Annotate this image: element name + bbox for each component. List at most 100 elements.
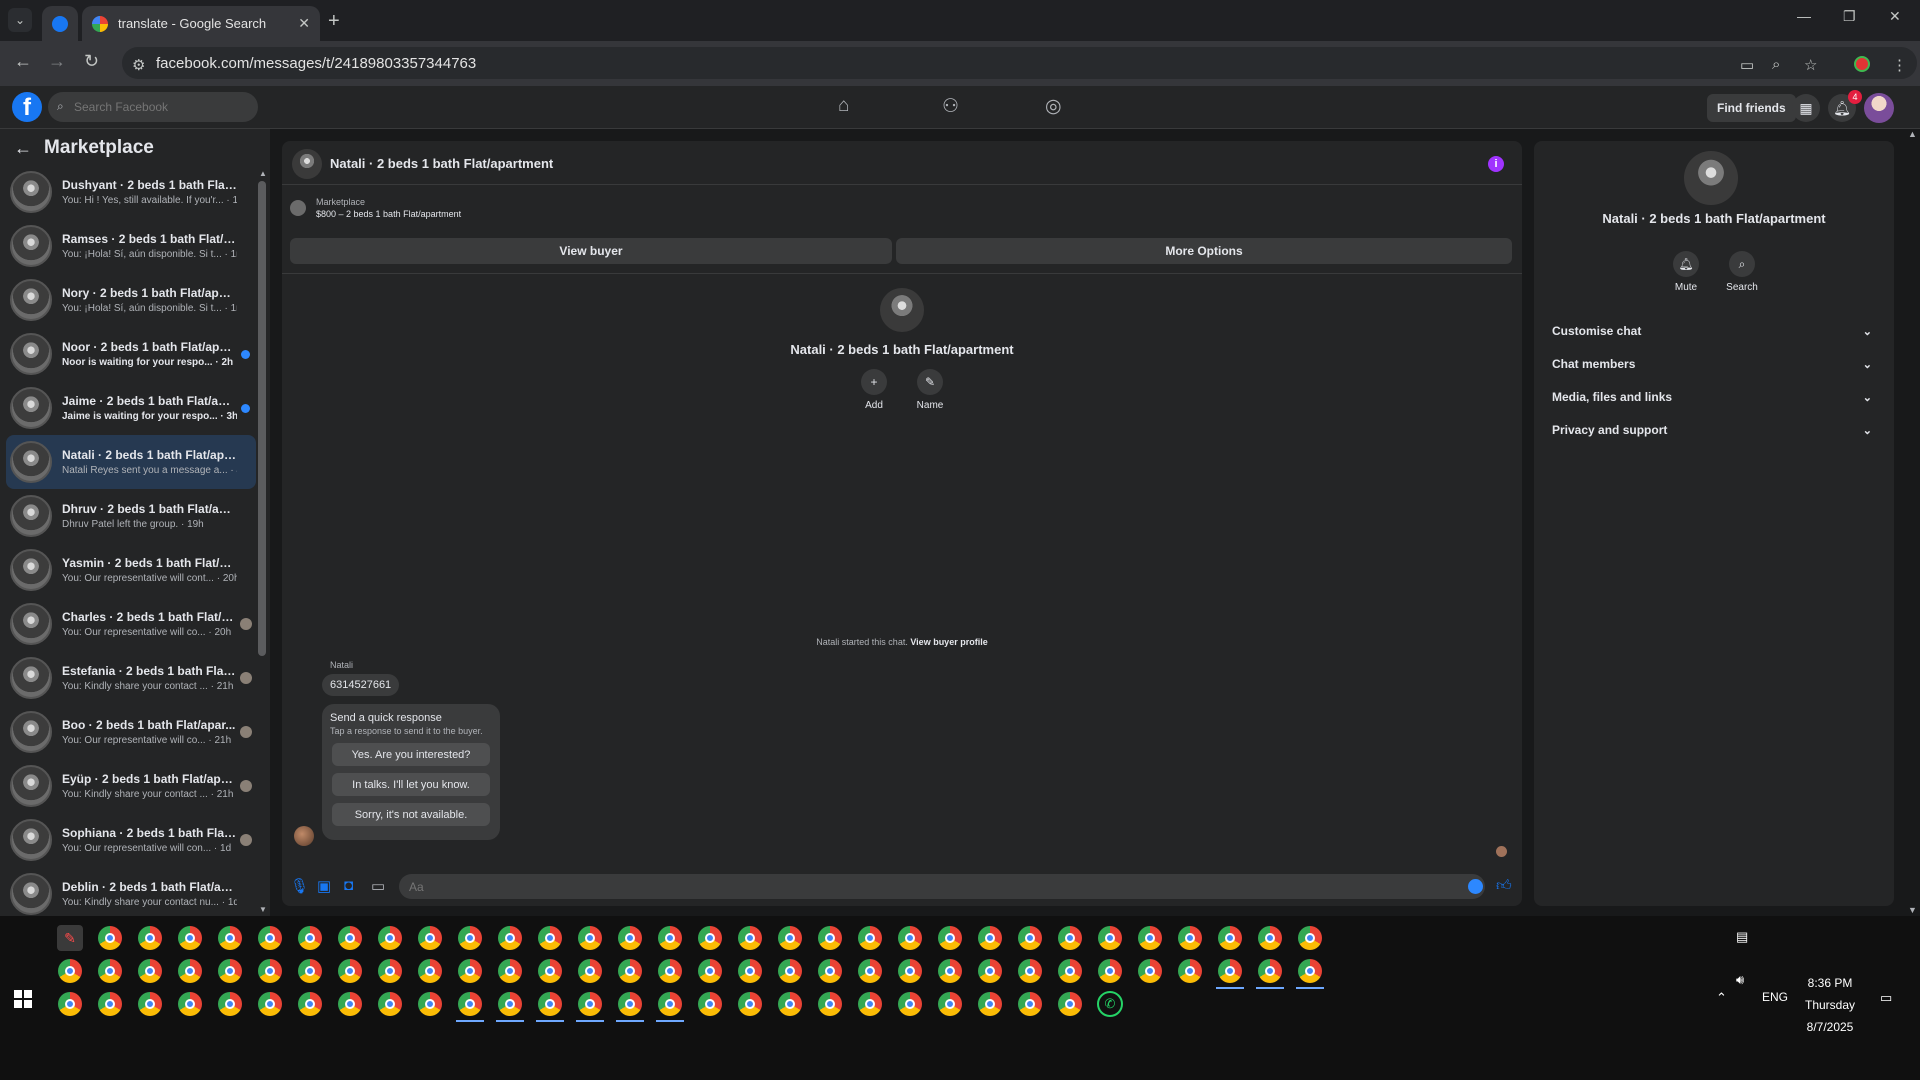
page-scrollbar[interactable]: ▲ ▼ [1904,129,1920,916]
reload-button[interactable]: ↻ [84,51,99,72]
chrome-window-icon[interactable] [530,986,570,1022]
window-close-button[interactable]: ✕ [1889,8,1901,25]
chrome-window-icon[interactable] [450,920,490,956]
restore-button[interactable]: ❐ [1843,8,1856,25]
tab-facebook[interactable] [42,6,78,41]
chrome-window-icon[interactable] [1010,986,1050,1022]
mute-button[interactable]: 🔔︎ Mute [1669,251,1703,293]
chrome-window-icon[interactable] [530,953,570,989]
chrome-window-icon[interactable] [930,920,970,956]
action-center-icon[interactable]: ▭ [1880,990,1892,1006]
conversation-item[interactable]: Dushyant · 2 beds 1 bath Flat/a... You: H… [6,165,256,219]
chrome-window-icon[interactable] [1050,920,1090,956]
chrome-window-icon[interactable] [570,920,610,956]
chrome-window-icon[interactable] [490,953,530,989]
microphone-icon[interactable]: 🎙︎ [290,877,309,895]
chrome-window-icon[interactable] [290,986,330,1022]
chrome-window-icon[interactable] [250,953,290,989]
chrome-window-icon[interactable] [250,986,290,1022]
windows-start-icon[interactable] [14,990,32,1008]
chrome-window-icon[interactable] [210,986,250,1022]
chat-members-section[interactable]: Chat members ⌄ [1544,349,1884,379]
chrome-window-icon[interactable] [290,953,330,989]
chrome-window-icon[interactable] [650,920,690,956]
chrome-window-icon[interactable] [690,953,730,989]
conversation-item[interactable]: Estefania · 2 beds 1 bath Flat/... You: K… [6,651,256,705]
chrome-window-icon[interactable] [130,953,170,989]
chrome-window-icon[interactable] [170,953,210,989]
info-icon[interactable]: i [1488,156,1504,172]
quick-response-unavailable[interactable]: Sorry, it's not available. [332,803,490,826]
view-buyer-button[interactable]: View buyer [290,238,892,264]
chrome-window-icon[interactable] [1210,953,1250,989]
photo-icon[interactable]: ▣ [317,877,331,895]
profile-icon[interactable] [1854,56,1870,72]
chrome-window-icon[interactable] [330,920,370,956]
facebook-search[interactable]: ⌕ [48,92,258,122]
edit-name-button[interactable]: ✎ Name [913,369,947,411]
chrome-window-icon[interactable] [890,920,930,956]
browser-menu-icon[interactable]: ⋮ [1892,56,1907,74]
chrome-window-icon[interactable] [610,920,650,956]
chrome-window-icon[interactable] [530,920,570,956]
chrome-window-icon[interactable] [1170,953,1210,989]
address-bar[interactable]: facebook.com/messages/t/2418980335734476… [122,47,1917,79]
message-bubble[interactable]: 6314527661 [322,674,400,696]
sidebar-scrollbar[interactable] [258,181,266,656]
facebook-logo[interactable]: f [12,92,42,122]
scroll-down-arrow-icon[interactable]: ▼ [259,905,267,914]
listing-summary[interactable]: Marketplace $800 – 2 beds 1 bath Flat/ap… [290,197,461,219]
chrome-window-icon[interactable] [970,920,1010,956]
chrome-window-icon[interactable] [410,953,450,989]
chrome-window-icon[interactable] [1250,953,1290,989]
gif-icon[interactable]: ▭ [371,877,385,895]
chrome-window-icon[interactable] [1290,953,1330,989]
chrome-window-icon[interactable] [570,953,610,989]
new-tab-button[interactable]: + [328,10,340,33]
scroll-up-arrow-icon[interactable]: ▲ [1908,129,1917,139]
cast-icon[interactable]: ▭ [1740,56,1754,74]
chrome-window-icon[interactable] [210,953,250,989]
chrome-window-icon[interactable] [1170,920,1210,956]
thumbs-up-icon[interactable]: 👍︎ [1496,877,1512,895]
conversation-item[interactable]: Dhruv · 2 beds 1 bath Flat/apart... Dhruv… [6,489,256,543]
chrome-window-icon[interactable] [50,986,90,1022]
language-indicator[interactable]: ENG [1762,990,1788,1004]
pinned-app-icon[interactable]: ✎ [50,920,90,956]
chrome-window-icon[interactable] [730,953,770,989]
quick-response-in-talks[interactable]: In talks. I'll let you know. [332,773,490,796]
conversation-item[interactable]: Sophiana · 2 beds 1 bath Flat... You: Our… [6,813,256,867]
chrome-window-icon[interactable] [1090,920,1130,956]
privacy-support-section[interactable]: Privacy and support ⌄ [1544,415,1884,445]
chrome-window-icon[interactable] [410,986,450,1022]
chrome-window-icon[interactable] [930,986,970,1022]
account-avatar[interactable] [1864,93,1894,123]
conversation-item[interactable]: Jaime · 2 beds 1 bath Flat/apa... Jaime i… [6,381,256,435]
forward-button[interactable]: → [48,51,66,72]
scroll-up-arrow-icon[interactable]: ▲ [259,169,267,178]
conversation-item[interactable]: Eyüp · 2 beds 1 bath Flat/apa... You: Kin… [6,759,256,813]
chrome-window-icon[interactable] [370,986,410,1022]
tab-google-search[interactable]: translate - Google Search ✕ [82,6,320,41]
chrome-window-icon[interactable] [690,920,730,956]
chrome-window-icon[interactable] [170,986,210,1022]
emoji-icon[interactable] [1468,879,1483,894]
tab-search-button[interactable]: ⌄ [8,8,32,32]
chrome-window-icon[interactable] [570,986,610,1022]
conversation-item[interactable]: Natali · 2 beds 1 bath Flat/apart... Nata… [6,435,256,489]
chrome-window-icon[interactable] [810,953,850,989]
chrome-window-icon[interactable] [610,953,650,989]
customise-chat-section[interactable]: Customise chat ⌄ [1544,316,1884,346]
chrome-window-icon[interactable] [210,920,250,956]
chrome-window-icon[interactable] [450,953,490,989]
groups-icon[interactable]: ◎ [1045,95,1062,118]
add-member-button[interactable]: + Add [857,369,891,411]
chrome-window-icon[interactable] [90,953,130,989]
conversation-item[interactable]: Noor · 2 beds 1 bath Flat/apar... Noor is… [6,327,256,381]
chrome-window-icon[interactable] [90,920,130,956]
conversation-item[interactable]: Nory · 2 beds 1 bath Flat/apart... You: ¡… [6,273,256,327]
back-arrow-icon[interactable]: ← [14,138,32,159]
chrome-window-icon[interactable] [130,986,170,1022]
chrome-window-icon[interactable] [1290,920,1330,956]
chrome-window-icon[interactable] [890,953,930,989]
